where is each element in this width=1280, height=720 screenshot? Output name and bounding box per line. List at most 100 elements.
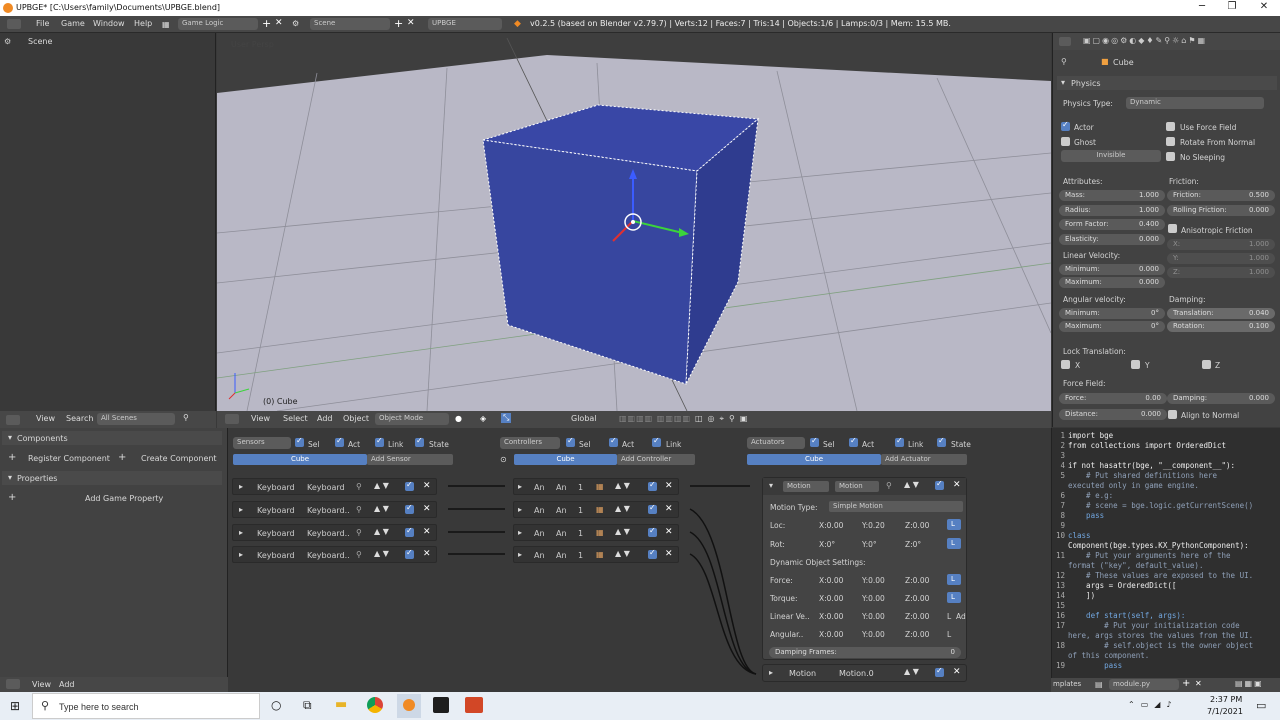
actuators-state-toggle[interactable]: [937, 436, 946, 447]
move-arrows-icon[interactable]: ▲ ▼: [374, 481, 389, 490]
preference-icon[interactable]: ▦: [596, 550, 604, 559]
expand-icon[interactable]: ▸: [239, 528, 243, 537]
snap-icon[interactable]: ◫◎⌖⚲▣: [695, 414, 752, 424]
sensor-row[interactable]: ▸ Keyboard Keyboard.. ⚲ ▲ ▼ ✕: [232, 546, 437, 563]
active-checkbox[interactable]: [405, 503, 414, 514]
notifications-icon[interactable]: ▭: [1256, 699, 1266, 712]
move-arrows-icon[interactable]: ▲ ▼: [615, 549, 630, 558]
templates-menu[interactable]: mplates: [1053, 680, 1081, 688]
linear-local-toggle[interactable]: L: [947, 612, 951, 621]
taskbar-search-box[interactable]: ⚲ Type here to search: [32, 693, 260, 719]
scene-field[interactable]: Scene: [310, 18, 390, 30]
angular-x-field[interactable]: X:0.00: [819, 630, 843, 639]
menu-help[interactable]: Help: [134, 19, 152, 28]
no-sleeping-checkbox[interactable]: [1166, 152, 1175, 161]
outliner-view-menu[interactable]: View: [36, 414, 55, 423]
loc-local-toggle[interactable]: L: [947, 519, 961, 530]
system-tray-icons[interactable]: ⌃▭◢♪: [1128, 700, 1178, 709]
register-component-button[interactable]: + Register Component: [6, 452, 110, 465]
remove-scene-icon[interactable]: ✕: [407, 18, 415, 28]
linear-add-toggle[interactable]: Ad: [956, 612, 966, 621]
state-icon[interactable]: ⊙: [500, 455, 507, 464]
add-game-property-button[interactable]: + Add Game Property: [6, 492, 220, 505]
add-sensor-select[interactable]: Add Sensor: [367, 454, 453, 465]
components-header[interactable]: ▾ Components: [2, 431, 222, 445]
create-component-button[interactable]: + Create Component: [116, 452, 220, 465]
controllers-object-button[interactable]: Cube: [514, 454, 617, 465]
loc-y-field[interactable]: Y:0.20: [862, 521, 885, 530]
3d-viewport[interactable]: User Persp (0) Cube: [217, 33, 1051, 411]
active-checkbox[interactable]: [405, 548, 414, 559]
remove-icon[interactable]: ✕: [423, 481, 431, 491]
remove-layout-icon[interactable]: ✕: [275, 18, 283, 28]
sensor-row[interactable]: ▸ Keyboard Keyboard.. ⚲ ▲ ▼ ✕: [232, 524, 437, 541]
actuators-act-toggle[interactable]: [849, 436, 858, 447]
task-view-icon[interactable]: ⧉: [303, 698, 312, 713]
move-arrows-icon[interactable]: ▲ ▼: [374, 527, 389, 536]
move-arrows-icon[interactable]: ▲ ▼: [615, 527, 630, 536]
angular-z-field[interactable]: Z:0.00: [905, 630, 929, 639]
controllers-link-toggle[interactable]: [652, 436, 661, 447]
editor-type-icon[interactable]: [7, 19, 21, 29]
move-arrows-icon[interactable]: ▲ ▼: [374, 504, 389, 513]
add-scene-icon[interactable]: +: [394, 17, 403, 30]
expand-icon[interactable]: ▸: [239, 550, 243, 559]
move-arrows-icon[interactable]: ▲ ▼: [615, 481, 630, 490]
force-x-field[interactable]: X:0.00: [819, 576, 843, 585]
pivot-icon[interactable]: ◈: [480, 414, 486, 423]
angular-local-toggle[interactable]: L: [947, 630, 951, 639]
sensor-name[interactable]: Keyboard..: [307, 551, 350, 560]
move-arrows-icon[interactable]: ▲ ▼: [615, 504, 630, 513]
mass-field[interactable]: Mass: 1.000: [1059, 190, 1165, 201]
torque-local-toggle[interactable]: L: [947, 592, 961, 603]
actuator-type-select[interactable]: Motion: [783, 481, 829, 492]
expand-icon[interactable]: ▸: [769, 668, 773, 677]
add-layout-icon[interactable]: +: [262, 17, 271, 30]
sensors-object-button[interactable]: Cube: [233, 454, 367, 465]
active-checkbox[interactable]: [648, 548, 657, 559]
anisotropic-checkbox[interactable]: [1168, 224, 1177, 233]
active-checkbox[interactable]: [935, 479, 944, 490]
outliner-scene-item[interactable]: Scene: [28, 37, 52, 46]
collapse-icon[interactable]: ▾: [769, 481, 773, 490]
app-icon[interactable]: [433, 697, 449, 713]
lock-z-checkbox[interactable]: [1202, 360, 1211, 369]
linear-y-field[interactable]: Y:0.00: [862, 612, 885, 621]
rot-x-field[interactable]: X:0°: [819, 540, 835, 549]
aniso-x-field[interactable]: X: 1.000: [1167, 239, 1275, 250]
lin-min-field[interactable]: Minimum: 0.000: [1059, 264, 1165, 275]
sensor-row[interactable]: ▸ Keyboard Keyboard ⚲ ▲ ▼ ✕: [232, 478, 437, 495]
logic-editor-icon[interactable]: [6, 679, 20, 689]
friction-field[interactable]: Friction: 0.500: [1167, 190, 1275, 201]
linear-x-field[interactable]: X:0.00: [819, 612, 843, 621]
controller-name[interactable]: An: [556, 529, 567, 538]
aniso-z-field[interactable]: Z: 1.000: [1167, 267, 1275, 278]
pin-icon[interactable]: ⚲: [356, 482, 362, 491]
move-arrows-icon[interactable]: ▲ ▼: [904, 667, 919, 676]
orientation-select[interactable]: Global: [571, 414, 597, 423]
expand-icon[interactable]: ▸: [518, 505, 522, 514]
motion-actuator-2[interactable]: ▸ Motion Motion.0 ▲ ▼ ✕: [762, 664, 967, 682]
controller-type[interactable]: An: [534, 483, 545, 492]
logic-add-menu[interactable]: Add: [59, 680, 75, 689]
viewport-menu-add[interactable]: Add: [317, 414, 333, 423]
controller-name[interactable]: An: [556, 506, 567, 515]
shading-icon[interactable]: ●: [455, 414, 462, 423]
controller-priority[interactable]: 1: [578, 529, 583, 538]
properties-header[interactable]: ▾ Properties: [2, 471, 222, 485]
controller-type[interactable]: An: [534, 551, 545, 560]
ghost-checkbox[interactable]: [1061, 137, 1070, 146]
add-controller-select[interactable]: Add Controller: [617, 454, 695, 465]
powerpoint-icon[interactable]: [465, 697, 483, 713]
sensors-state-toggle[interactable]: [415, 436, 424, 447]
text-editor[interactable]: [1051, 428, 1280, 678]
pin-icon[interactable]: ⚲: [356, 550, 362, 559]
expand-icon[interactable]: ▸: [518, 482, 522, 491]
viewport-menu-view[interactable]: View: [251, 414, 270, 423]
properties-editor-icon[interactable]: [1059, 37, 1071, 46]
expand-icon[interactable]: ▸: [239, 482, 243, 491]
controller-row[interactable]: ▸ An An 1 ▦ ▲ ▼ ✕: [513, 546, 679, 563]
sensors-filter[interactable]: Sensors: [233, 437, 291, 449]
display-mode-select[interactable]: All Scenes: [97, 413, 175, 425]
pin-icon[interactable]: ⚲: [356, 505, 362, 514]
